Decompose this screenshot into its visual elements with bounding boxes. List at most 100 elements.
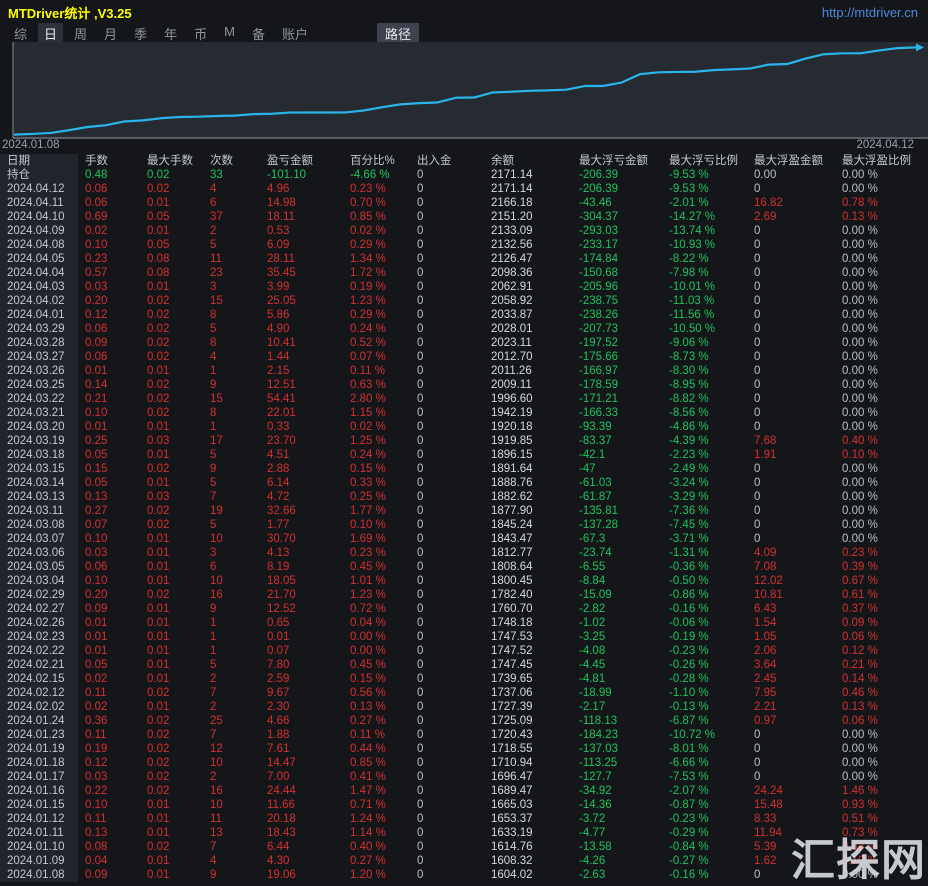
table-row[interactable]: 2024.04.100.690.053718.110.85 %02151.20-… [0,210,928,224]
table-row[interactable]: 2024.03.080.070.0251.770.10 %01845.24-13… [0,518,928,532]
cell-8: -67.3 [572,532,662,546]
menu-item-2[interactable]: 周 [68,23,93,44]
cell-11: 0.93 % [835,798,928,812]
menu-item-1[interactable]: 日 [38,23,63,44]
table-row[interactable]: 2024.03.280.090.02810.410.52 %02023.11-1… [0,336,928,350]
cell-6: 0 [410,630,484,644]
table-row[interactable]: 2024.01.150.100.011011.660.71 %01665.03-… [0,798,928,812]
cell-5: 0.19 % [343,280,410,294]
table-row[interactable]: 2024.03.190.250.031723.701.25 %01919.85-… [0,434,928,448]
table-row[interactable]: 2024.01.090.040.0144.300.27 %01608.32-4.… [0,854,928,868]
cell-0: 2024.03.21 [0,406,78,420]
table-row[interactable]: 2024.04.090.020.0120.530.02 %02133.09-29… [0,224,928,238]
cell-11: 0.00 % [835,238,928,252]
app-url-link[interactable]: http://mtdriver.cn [822,5,918,20]
table-row[interactable]: 2024.03.180.050.0154.510.24 %01896.15-42… [0,448,928,462]
cell-6: 0 [410,672,484,686]
cell-2: 0.02 [140,504,203,518]
table-row[interactable]: 2024.04.010.120.0285.860.29 %02033.87-23… [0,308,928,322]
table-row[interactable]: 2024.02.220.010.0110.070.00 %01747.52-4.… [0,644,928,658]
cell-0: 2024.02.23 [0,630,78,644]
menu-item-9[interactable]: 账户 [276,23,314,44]
table-row[interactable]: 2024.01.100.080.0276.440.40 %01614.76-13… [0,840,928,854]
cell-9: -11.56 % [662,308,747,322]
table-row[interactable]: 2024.01.160.220.021624.441.47 %01689.47-… [0,784,928,798]
table-row[interactable]: 2024.01.110.130.011318.431.14 %01633.19-… [0,826,928,840]
table-row[interactable]: 2024.02.120.110.0279.670.56 %01737.06-18… [0,686,928,700]
table-row[interactable]: 2024.02.290.200.021621.701.23 %01782.40-… [0,588,928,602]
table-row[interactable]: 2024.03.290.060.0254.900.24 %02028.01-20… [0,322,928,336]
table-row[interactable]: 2024.03.250.140.02912.510.63 %02009.11-1… [0,378,928,392]
menu-item-7[interactable]: M [218,23,241,44]
cell-10: 0 [747,420,835,434]
menu-item-0[interactable]: 综 [8,23,33,44]
table-row[interactable]: 2024.03.220.210.021554.412.80 %01996.60-… [0,392,928,406]
cell-3: 5 [203,658,260,672]
table-row[interactable]: 2024.04.120.060.0244.960.23 %02171.14-20… [0,182,928,196]
menu-item-3[interactable]: 月 [98,23,123,44]
table-row[interactable]: 2024.01.180.120.021014.470.85 %01710.94-… [0,756,928,770]
table-row[interactable]: 2024.02.020.020.0122.300.13 %01727.39-2.… [0,700,928,714]
cell-6: 0 [410,868,484,882]
table-row[interactable]: 2024.03.070.100.011030.701.69 %01843.47-… [0,532,928,546]
cell-4: 7.61 [260,742,343,756]
cell-11: 0.00 % [835,518,928,532]
path-button[interactable]: 路径 [377,23,419,44]
table-row[interactable]: 2024.01.190.190.02127.610.44 %01718.55-1… [0,742,928,756]
cell-5: 1.14 % [343,826,410,840]
cell-10: 0 [747,462,835,476]
cell-6: 0 [410,210,484,224]
menu-item-5[interactable]: 年 [158,23,183,44]
table-row[interactable]: 2024.03.200.010.0110.330.02 %01920.18-93… [0,420,928,434]
cell-3: 3 [203,280,260,294]
cell-8: -174.84 [572,252,662,266]
cell-8: -293.03 [572,224,662,238]
table-row[interactable]: 2024.03.130.130.0374.720.25 %01882.62-61… [0,490,928,504]
table-row[interactable]: 持仓0.480.0233-101.10-4.66 %02171.14-206.3… [0,168,928,182]
cell-7: 1891.64 [484,462,572,476]
table-row[interactable]: 2024.03.210.100.02822.011.15 %01942.19-1… [0,406,928,420]
table-row[interactable]: 2024.02.270.090.01912.520.72 %01760.70-2… [0,602,928,616]
table-row[interactable]: 2024.03.040.100.011018.051.01 %01800.45-… [0,574,928,588]
table-row[interactable]: 2024.02.150.020.0122.590.15 %01739.65-4.… [0,672,928,686]
table-row[interactable]: 2024.04.040.570.082335.451.72 %02098.36-… [0,266,928,280]
cell-0: 2024.04.02 [0,294,78,308]
cell-6: 0 [410,196,484,210]
cell-2: 0.02 [140,518,203,532]
table-row[interactable]: 2024.03.150.150.0292.880.15 %01891.64-47… [0,462,928,476]
table-row[interactable]: 2024.03.140.050.0156.140.33 %01888.76-61… [0,476,928,490]
table-row[interactable]: 2024.01.230.110.0271.880.11 %01720.43-18… [0,728,928,742]
menu-item-6[interactable]: 币 [188,23,213,44]
cell-4: 9.67 [260,686,343,700]
menu-item-8[interactable]: 备 [246,23,271,44]
cell-10: 11.94 [747,826,835,840]
cell-7: 1996.60 [484,392,572,406]
table-row[interactable]: 2024.02.260.010.0110.650.04 %01748.18-1.… [0,616,928,630]
table-row[interactable]: 2024.04.050.230.081128.111.34 %02126.47-… [0,252,928,266]
cell-5: 1.01 % [343,574,410,588]
table-row[interactable]: 2024.02.230.010.0110.010.00 %01747.53-3.… [0,630,928,644]
table-row[interactable]: 2024.03.060.030.0134.130.23 %01812.77-23… [0,546,928,560]
cell-11: 0.61 % [835,588,928,602]
menu-item-4[interactable]: 季 [128,23,153,44]
cell-10: 0 [747,364,835,378]
table-row[interactable]: 2024.02.210.050.0157.800.45 %01747.45-4.… [0,658,928,672]
table-row[interactable]: 2024.04.020.200.021525.051.23 %02058.92-… [0,294,928,308]
equity-chart: 2024.01.08 2024.04.12 [0,42,928,154]
table-row[interactable]: 2024.03.260.010.0112.150.11 %02011.26-16… [0,364,928,378]
cell-11: 0.73 % [835,826,928,840]
table-row[interactable]: 2024.04.110.060.01614.980.70 %02166.18-4… [0,196,928,210]
table-row[interactable]: 2024.01.240.360.02254.660.27 %01725.09-1… [0,714,928,728]
table-row[interactable]: 2024.03.110.270.021932.661.77 %01877.90-… [0,504,928,518]
table-row[interactable]: 2024.01.120.110.011120.181.24 %01653.37-… [0,812,928,826]
cell-3: 2 [203,770,260,784]
table-row[interactable]: 2024.03.050.060.0168.190.45 %01808.64-6.… [0,560,928,574]
cell-11: 0.06 % [835,714,928,728]
table-row[interactable]: 2024.04.080.100.0556.090.29 %02132.56-23… [0,238,928,252]
table-row[interactable]: 2024.03.270.060.0241.440.07 %02012.70-17… [0,350,928,364]
cell-6: 0 [410,462,484,476]
table-row[interactable]: 2024.01.170.030.0227.000.41 %01696.47-12… [0,770,928,784]
table-row[interactable]: 2024.04.030.030.0133.990.19 %02062.91-20… [0,280,928,294]
cell-6: 0 [410,658,484,672]
table-row[interactable]: 2024.01.080.090.01919.061.20 %01604.02-2… [0,868,928,882]
